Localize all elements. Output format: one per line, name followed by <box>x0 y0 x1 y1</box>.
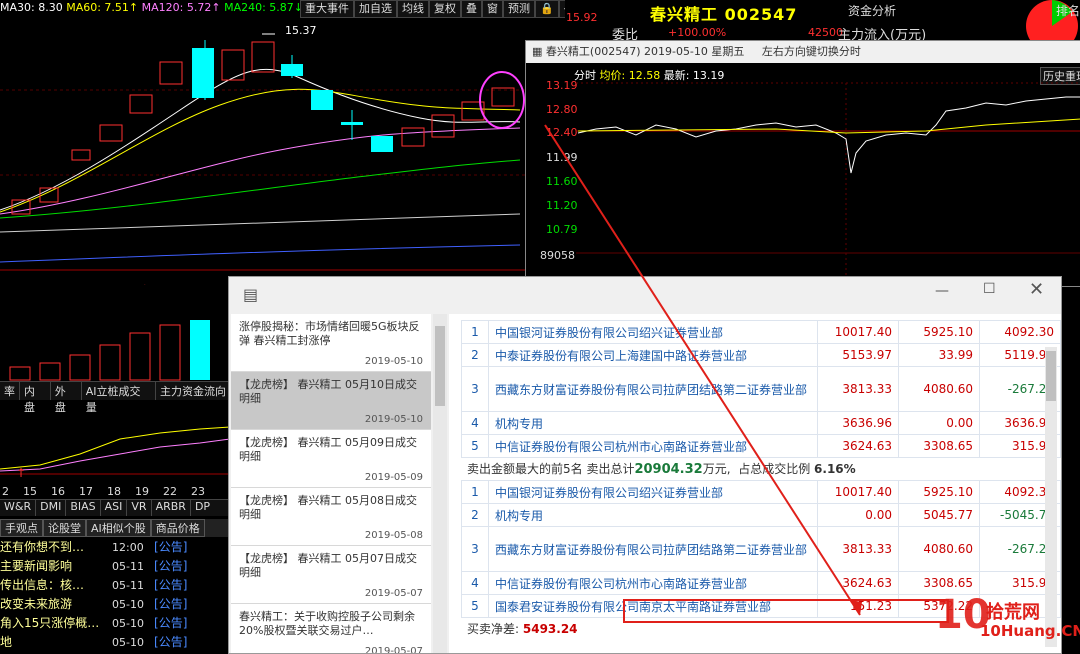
table-row: 4 机构专用 3636.96 0.00 3636.96 <box>461 411 1061 435</box>
sell-summary: 卖出金额最大的前5名 卖出总计20904.32万元, 占总成交比例 6.16% <box>467 462 856 477</box>
kline-svg <box>0 33 565 271</box>
table-row: 3 西藏东方财富证券股份有限公司拉萨团结路第二证券营业部 3813.33 4080.6… <box>461 526 1061 572</box>
indicator-tab-arbr[interactable]: ARBR <box>152 500 191 516</box>
top-price-label: 15.92 <box>566 11 598 24</box>
intraday-titlebar: ▦ 春兴精工(002547) 2019-05-10 星期五 左右方向键切换分时 <box>526 41 1080 63</box>
lower-left-panels: 率 内盘 外盘 AI立桩成交量 主力资金流向 ↑ 2 15 16 17 18 1… <box>0 285 230 652</box>
lock-icon[interactable]: 🔒 <box>535 0 559 18</box>
table-row: 1 中国银河证券股份有限公司绍兴证券营业部 10017.40 5925.10 4092.… <box>461 480 1061 504</box>
stock-title: 春兴精工 002547 <box>650 5 798 24</box>
major-event-button[interactable]: 重大事件 <box>300 0 354 18</box>
indicator-tab-dmi[interactable]: DMI <box>36 500 67 516</box>
date-tick-1: 15 <box>23 485 37 498</box>
indicator-tab-wr[interactable]: W&R <box>0 500 37 516</box>
list-item[interactable]: 地 05-10 [ 公告 ] <box>0 633 230 652</box>
list-item[interactable]: 【龙虎榜】 春兴精工 05月10日成交明细 2019-05-10 <box>231 372 431 430</box>
news-list-dark: 还有你想不到… 12:00 [ 公告 ] 主要新闻影响 05-11 [ 公告 ]… <box>0 538 230 652</box>
table-row: 2 中泰证券股份有限公司上海建国中路证券营业部 5153.97 33.99 5119.9… <box>461 343 1061 367</box>
forecast-button[interactable]: 预测 <box>503 0 535 18</box>
add-watchlist-button[interactable]: 加自选 <box>354 0 397 18</box>
list-item[interactable]: 【龙虎榜】 春兴精工 05月09日成交明细 2019-05-09 <box>231 430 431 488</box>
dialog-titlebar: ▤ — ☐ ✕ <box>229 277 1061 313</box>
indicator-tab-bias[interactable]: BIAS <box>66 500 101 516</box>
list-item[interactable]: 还有你想不到… 12:00 [ 公告 ] <box>0 538 230 557</box>
intraday-window-title: 春兴精工(002547) 2019-05-10 星期五 <box>545 45 745 58</box>
news-tab-opinion[interactable]: 手观点 <box>0 519 43 537</box>
intraday-svg <box>576 82 1080 285</box>
indicator-tab-dp[interactable]: DP <box>191 500 214 516</box>
ma120-label: MA120: 5.72↑ <box>141 1 221 14</box>
rank-label: 排名 <box>1056 4 1080 18</box>
flow-tab-main-funds[interactable]: 主力资金流向 <box>156 382 230 400</box>
flow-tab-rate[interactable]: 率 <box>0 382 20 400</box>
table-row: 1 中国银河证券股份有限公司绍兴证券营业部 10017.40 5925.10 4092.… <box>461 320 1061 344</box>
news-tab-forum[interactable]: 论股堂 <box>43 519 86 537</box>
list-item[interactable]: 主要新闻影响 05-11 [ 公告 ] <box>0 557 230 576</box>
intraday-window[interactable]: ▦ 春兴精工(002547) 2019-05-10 星期五 左右方向键切换分时 … <box>525 40 1080 287</box>
candlestick-chart[interactable] <box>0 0 565 285</box>
list-item[interactable]: 角入15只涨停概… 05-10 [ 公告 ] <box>0 614 230 633</box>
svg-text:↑: ↑ <box>16 466 26 479</box>
intraday-chart: 分时 均价: 12.58 最新: 13.19 历史重现 13.19 12.80 … <box>526 63 1080 285</box>
date-tick-7: 23 <box>191 485 205 498</box>
news-scrollbar[interactable] <box>433 314 447 653</box>
newspaper-icon: ▤ <box>243 285 259 304</box>
chart-toolbar: 重大事件 加自选 均线 复权 叠 窗 预测 🔒 ➔▾ <box>300 0 584 18</box>
flow-tab-ai-volume[interactable]: AI立桩成交量 <box>82 382 156 414</box>
ma240-label: MA240: 5.87↓ <box>224 1 304 14</box>
table-row: 5 中信证券股份有限公司杭州市心南路证券营业部 3624.63 3308.65 315.… <box>461 434 1061 458</box>
list-item[interactable]: 改变未来旅游 05-10 [ 公告 ] <box>0 595 230 614</box>
indicator-tab-vr[interactable]: VR <box>127 500 152 516</box>
date-tick-3: 17 <box>79 485 93 498</box>
watermark-brand: 拾荒网 <box>986 602 1040 623</box>
highlight-circle <box>479 71 525 129</box>
ma30-label: MA30: 8.30 <box>0 1 63 14</box>
intraday-hint: 左右方向键切换分时 <box>761 45 861 58</box>
date-tick-4: 18 <box>107 485 121 498</box>
ma-legend: MA30: 8.30 MA60: 7.51↑ MA120: 5.72↑ MA24… <box>0 0 303 16</box>
list-item[interactable]: 【龙虎榜】 春兴精工 05月08日成交明细 2019-05-08 <box>231 488 431 546</box>
news-tab-ai-similar[interactable]: AI相似个股 <box>86 519 151 537</box>
news-tab-commodity[interactable]: 商品价格 <box>150 519 205 537</box>
date-tick-5: 19 <box>135 485 149 498</box>
window-logo-icon: ▦ <box>532 45 543 58</box>
table-row: 3 西藏东方财富证券股份有限公司拉萨团结路第二证券营业部 3813.33 4080.6… <box>461 366 1061 412</box>
watermark-domain: 10Huang.CN <box>980 622 1080 640</box>
indicator-tab-asi[interactable]: ASI <box>101 500 128 516</box>
high-price-label: 15.37 <box>285 24 317 37</box>
weibi-value: +100.00% <box>668 26 727 39</box>
table-scrollbar[interactable] <box>1045 347 1057 647</box>
date-tick-0: 2 <box>2 485 9 498</box>
news-list: 涨停股揭秘：市场情绪回暖5G板块反弹 春兴精工封涨停 2019-05-10 【龙… <box>231 314 431 653</box>
maximize-icon[interactable]: ☐ <box>983 281 996 297</box>
table-row: 2 机构专用 0.00 5045.77 -5045.77 <box>461 503 1061 527</box>
window-button[interactable]: 窗 <box>482 0 503 18</box>
fund-analysis-panel: 资金分析 主力流入(万元) 排名 <box>838 0 1080 52</box>
adjust-button[interactable]: 复权 <box>429 0 461 18</box>
buy-table: 1 中国银河证券股份有限公司绍兴证券营业部 10017.40 5925.10 4092.… <box>461 320 1061 458</box>
minimize-icon[interactable]: — <box>935 283 949 299</box>
date-tick-6: 22 <box>163 485 177 498</box>
close-icon[interactable]: ✕ <box>1029 279 1044 300</box>
indicator-chart: ↑ <box>0 426 230 479</box>
ma-button[interactable]: 均线 <box>397 0 429 18</box>
flow-tab-inner[interactable]: 内盘 <box>20 382 51 414</box>
list-item[interactable]: 涨停股揭秘：市场情绪回暖5G板块反弹 春兴精工封涨停 2019-05-10 <box>231 314 431 372</box>
overlay-button[interactable]: 叠 <box>461 0 482 18</box>
date-tick-2: 16 <box>51 485 65 498</box>
ma60-label: MA60: 7.51↑ <box>66 1 139 14</box>
flow-tab-outer[interactable]: 外盘 <box>51 382 82 414</box>
list-item[interactable]: 【龙虎榜】 春兴精工 05月07日成交明细 2019-05-07 <box>231 546 431 604</box>
list-item[interactable]: 传出信息：核… 05-11 [ 公告 ] <box>0 576 230 595</box>
candle-group <box>11 33 515 215</box>
list-item[interactable]: 春兴精工：关于收购控股子公司剩余20%股权暨关联交易过户… 2019-05-07 <box>231 604 431 653</box>
fund-analysis-title: 资金分析 <box>848 4 897 18</box>
